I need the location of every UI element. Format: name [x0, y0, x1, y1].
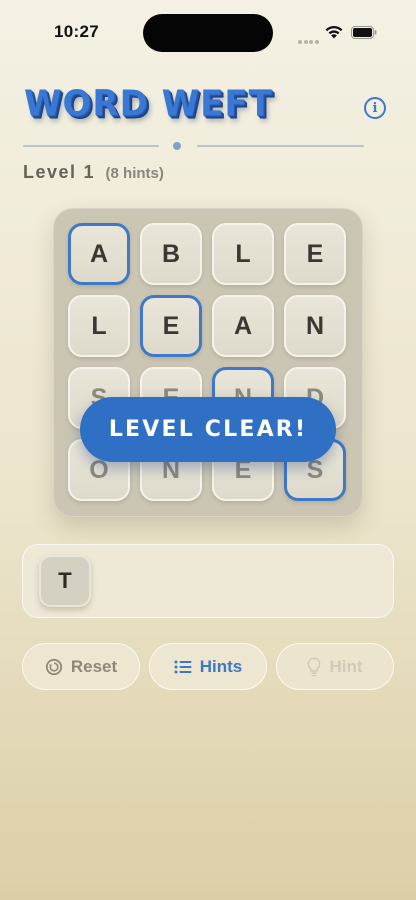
level-clear-banner: LEVEL CLEAR!: [80, 397, 336, 462]
cellular-signal-icon: [298, 31, 320, 44]
letter-tile[interactable]: E: [140, 295, 202, 357]
letter-tile[interactable]: A: [68, 223, 130, 285]
letter-tray: T: [22, 544, 394, 618]
hint-button[interactable]: Hint: [276, 643, 394, 690]
hint-label: Hint: [329, 656, 363, 676]
letter-tile[interactable]: N: [284, 295, 346, 357]
battery-icon: [351, 26, 377, 39]
letter-tile[interactable]: A: [212, 295, 274, 357]
reset-icon: [45, 658, 62, 675]
letter-grid: ABLELEANSENDONES: [53, 208, 363, 517]
level-number: 1: [83, 162, 94, 182]
divider-right: [197, 145, 364, 147]
level-label: Level: [23, 162, 77, 182]
hints-label: Hints: [199, 656, 243, 676]
letter-tile[interactable]: B: [140, 223, 202, 285]
reset-label: Reset: [70, 656, 118, 676]
info-button[interactable]: i: [364, 97, 386, 119]
level-indicator: Level 1 (8 hints): [23, 162, 164, 183]
info-icon: i: [372, 100, 378, 116]
level-clear-text: LEVEL CLEAR!: [108, 417, 308, 442]
hints-button[interactable]: Hints: [149, 643, 267, 690]
wifi-icon: [325, 25, 343, 39]
level-progress-dot: [173, 142, 181, 150]
dynamic-island: [143, 14, 273, 52]
letter-tile[interactable]: E: [284, 223, 346, 285]
hints-count: (8 hints): [105, 165, 164, 182]
letter-tile[interactable]: L: [212, 223, 274, 285]
lightbulb-icon: [308, 656, 321, 676]
tray-letter-tile[interactable]: T: [39, 555, 91, 607]
letter-tile[interactable]: L: [68, 295, 130, 357]
reset-button[interactable]: Reset: [22, 643, 140, 690]
game-title: WORD WEFT: [24, 83, 273, 125]
divider-left: [23, 145, 159, 147]
status-bar: 10:27: [0, 0, 416, 60]
list-icon: [174, 660, 192, 673]
status-time: 10:27: [54, 22, 99, 41]
